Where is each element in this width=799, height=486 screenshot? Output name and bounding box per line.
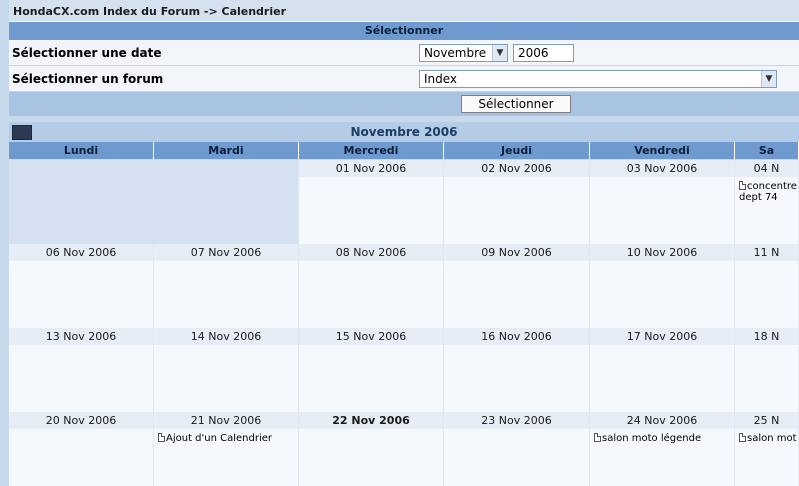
chevron-down-icon[interactable]: ▼ [761,71,776,87]
forum-select-value: Index [424,72,458,86]
date-label: Sélectionner une date [12,46,162,60]
date-row: Sélectionner une date Novembre ▼ 2006 [9,40,799,66]
date-label[interactable]: 02 Nov 2006 [444,160,589,177]
date-label[interactable]: 24 Nov 2006 [590,412,734,429]
empty-cell [9,160,299,244]
calendar-day-cell[interactable]: 25 N salon mot [735,412,799,486]
calendar-day-cell[interactable]: 14 Nov 2006 [154,328,299,412]
month-select-value: Novembre [424,46,487,60]
select-button[interactable]: Sélectionner [461,95,571,113]
breadcrumb[interactable]: HondaCX.com Index du Forum -> Calendrier [9,0,799,22]
date-label[interactable]: 23 Nov 2006 [444,412,589,429]
forum-select[interactable]: Index ▼ [419,70,777,88]
event-title[interactable]: concentre [747,181,797,192]
date-label[interactable]: 18 N [735,328,798,345]
date-label[interactable]: 16 Nov 2006 [444,328,589,345]
month-select[interactable]: Novembre ▼ [419,44,508,62]
calendar-day-cell[interactable]: 16 Nov 2006 [444,328,590,412]
event-title[interactable]: salon moto légende [602,433,701,444]
calendar-day-cell[interactable]: 21 Nov 2006 Ajout d'un Calendrier [154,412,299,486]
document-icon [594,433,601,442]
date-label[interactable]: 25 N [735,412,798,429]
date-label[interactable]: 09 Nov 2006 [444,244,589,261]
forum-row: Sélectionner un forum Index ▼ [9,66,799,92]
date-label[interactable]: 06 Nov 2006 [9,244,153,261]
calendar-event[interactable]: salon mot [735,429,798,444]
calendar-day-cell[interactable]: 09 Nov 2006 [444,244,590,328]
document-icon [158,433,165,442]
calendar-event[interactable]: concentre dept 74 [735,177,798,203]
date-label[interactable]: 08 Nov 2006 [299,244,443,261]
date-label[interactable]: 20 Nov 2006 [9,412,153,429]
selection-header: Sélectionner [9,22,799,40]
day-header: Jeudi [444,142,590,159]
calendar-day-cell[interactable]: 11 N [735,244,799,328]
date-label[interactable]: 07 Nov 2006 [154,244,298,261]
calendar-event[interactable]: salon moto légende [590,429,734,444]
selection-footer: Sélectionner [9,92,799,116]
event-title[interactable]: Ajout d'un Calendrier [166,433,272,444]
date-label[interactable]: 04 N [735,160,798,177]
calendar-day-cell[interactable]: 02 Nov 2006 [444,160,590,244]
date-label[interactable]: 11 N [735,244,798,261]
date-label[interactable]: 15 Nov 2006 [299,328,443,345]
calendar-day-cell[interactable]: 24 Nov 2006 salon moto légende [590,412,735,486]
calendar-day-cell[interactable]: 08 Nov 2006 [299,244,444,328]
calendar-day-cell[interactable]: 22 Nov 2006 [299,412,444,486]
date-label[interactable]: 10 Nov 2006 [590,244,734,261]
date-label[interactable]: 17 Nov 2006 [590,328,734,345]
calendar-event[interactable]: Ajout d'un Calendrier [154,429,298,444]
forum-label: Sélectionner un forum [12,72,164,86]
calendar-day-cell[interactable]: 07 Nov 2006 [154,244,299,328]
calendar-day-cell[interactable]: 18 N [735,328,799,412]
calendar-day-cell[interactable]: 23 Nov 2006 [444,412,590,486]
day-header: Mardi [154,142,299,159]
year-input[interactable]: 2006 [513,44,574,62]
calendar-day-cell[interactable]: 17 Nov 2006 [590,328,735,412]
calendar-day-cell[interactable]: 03 Nov 2006 [590,160,735,244]
day-header: Lundi [9,142,154,159]
calendar-day-cell[interactable]: 01 Nov 2006 [299,160,444,244]
date-label[interactable]: 22 Nov 2006 [299,412,443,429]
calendar-day-cell[interactable]: 10 Nov 2006 [590,244,735,328]
day-header: Sa [735,142,799,159]
selection-form: Sélectionner Sélectionner une date Novem… [9,22,799,116]
document-icon [739,433,746,442]
calendar-header: Novembre 2006 [9,122,799,142]
month-title: Novembre 2006 [350,125,458,139]
date-label[interactable]: 03 Nov 2006 [590,160,734,177]
event-title[interactable]: dept 74 [739,192,778,203]
calendar: Novembre 2006 [9,122,799,142]
document-icon [739,181,746,190]
calendar-day-cell[interactable]: 20 Nov 2006 [9,412,154,486]
calendar-day-cell[interactable]: 06 Nov 2006 [9,244,154,328]
calendar-day-cell[interactable]: 13 Nov 2006 [9,328,154,412]
date-label[interactable]: 21 Nov 2006 [154,412,298,429]
date-label[interactable]: 01 Nov 2006 [299,160,443,177]
day-header: Vendredi [590,142,735,159]
chevron-down-icon[interactable]: ▼ [492,45,507,61]
day-header: Mercredi [299,142,444,159]
event-title[interactable]: salon mot [747,433,797,444]
calendar-day-cell[interactable]: 15 Nov 2006 [299,328,444,412]
left-border [0,0,9,486]
calendar-day-cell[interactable]: 04 Nconcentre dept 74 [735,160,799,244]
date-label[interactable]: 13 Nov 2006 [9,328,153,345]
date-label[interactable]: 14 Nov 2006 [154,328,298,345]
